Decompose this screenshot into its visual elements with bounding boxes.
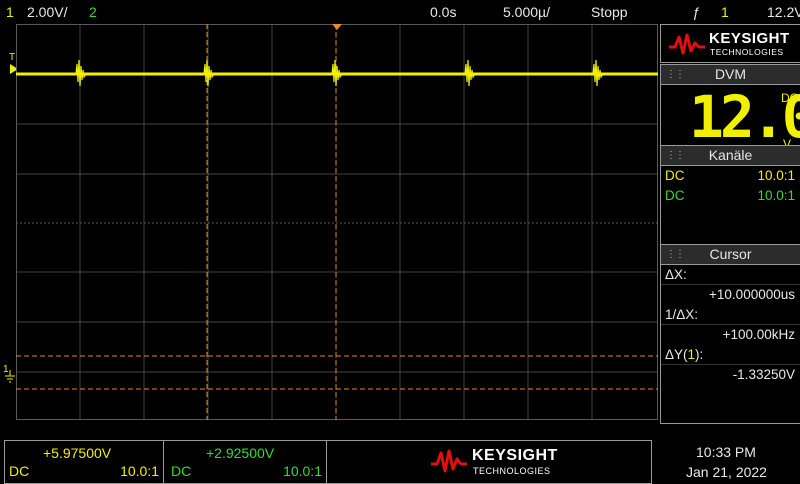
ch1-scale[interactable]: 2.00V/ [27, 4, 67, 20]
ch2-value: +2.92500V [206, 445, 275, 461]
dvm-header: ⋮⋮ DVM [661, 65, 800, 85]
channels-box[interactable]: ⋮⋮ Kanäle DC 10.0:1 DC 10.0:1 [660, 145, 800, 247]
ch1-probe[interactable]: 10.0:1 [757, 168, 795, 183]
trigger-edge-icon: ƒ [692, 4, 700, 20]
ground-icon [5, 370, 15, 383]
ch2-measurement[interactable]: +2.92500V DC 10.0:1 [164, 441, 327, 483]
keysight-logo-icon [669, 33, 705, 55]
ch1-number[interactable]: 1 [6, 4, 14, 20]
clock-time: 10:33 PM [696, 444, 756, 460]
ch2-coupling[interactable]: DC [665, 188, 685, 203]
ch2-number[interactable]: 2 [89, 4, 97, 20]
bottom-brand-name: KEYSIGHT [472, 447, 558, 464]
ch1-measurement[interactable]: +5.97500V DC 10.0:1 [5, 441, 164, 483]
horizontal-delay[interactable]: 0.0s [430, 4, 456, 20]
bottom-logo: KEYSIGHT TECHNOLOGIES [327, 441, 651, 483]
ch1-value: +5.97500V [43, 445, 112, 461]
side-panel: KEYSIGHT TECHNOLOGIES ⋮⋮ DVM 12.0 DC V ⋮⋮… [660, 24, 800, 424]
channels-title: Kanäle [708, 147, 753, 163]
bottom-brand-sub: TECHNOLOGIES [473, 466, 551, 476]
trigger-level[interactable]: 12.2V [767, 4, 800, 20]
cursor-dy-label: ΔY(1): [665, 347, 704, 362]
cursor-inv-dx-value: +100.00kHz [722, 327, 795, 342]
trigger-level-marker: T [9, 52, 16, 63]
ch1-bottom-coupling: DC [9, 463, 30, 479]
brand-sub: TECHNOLOGIES [710, 47, 784, 57]
grip-icon[interactable]: ⋮⋮ [666, 146, 685, 165]
timebase[interactable]: 5.000µ/ [503, 4, 550, 20]
cursor-title: Cursor [709, 246, 752, 262]
keysight-logo-box: KEYSIGHT TECHNOLOGIES [660, 24, 800, 63]
dvm-title: DVM [714, 66, 747, 82]
cursor-dy-value: -1.33250V [732, 367, 795, 382]
ch2-bottom-probe: 10.0:1 [283, 463, 322, 479]
ch1-coupling[interactable]: DC [665, 168, 685, 183]
grip-icon[interactable]: ⋮⋮ [666, 65, 685, 84]
cursor-dx-value: +10.000000us [709, 287, 795, 302]
acquisition-state[interactable]: Stopp [591, 4, 628, 20]
cursor-dx-label: ΔX: [665, 267, 687, 282]
ch2-bottom-coupling: DC [171, 463, 192, 479]
status-bar: 1 2.00V/ 2 0.0s 5.000µ/ Stopp ƒ 1 12.2V [0, 0, 800, 24]
cursor-header: ⋮⋮ Cursor [661, 245, 800, 265]
brand-name: KEYSIGHT [709, 30, 790, 47]
bottom-bar: +5.97500V DC 10.0:1 +2.92500V DC 10.0:1 … [4, 440, 652, 484]
channels-header: ⋮⋮ Kanäle [661, 146, 800, 166]
waveform-display[interactable] [16, 24, 658, 420]
dvm-mode: DC [781, 91, 799, 105]
cursor-box[interactable]: ⋮⋮ Cursor ΔX: +10.000000us 1/ΔX: +100.00k… [660, 244, 800, 424]
cursor-inv-dx-label: 1/ΔX: [665, 307, 699, 322]
trigger-channel[interactable]: 1 [721, 4, 729, 20]
ch1-bottom-probe: 10.0:1 [120, 463, 159, 479]
clock-date: Jan 21, 2022 [686, 464, 767, 480]
keysight-logo-icon [431, 449, 467, 473]
ch2-probe[interactable]: 10.0:1 [757, 188, 795, 203]
grip-icon[interactable]: ⋮⋮ [666, 245, 685, 264]
